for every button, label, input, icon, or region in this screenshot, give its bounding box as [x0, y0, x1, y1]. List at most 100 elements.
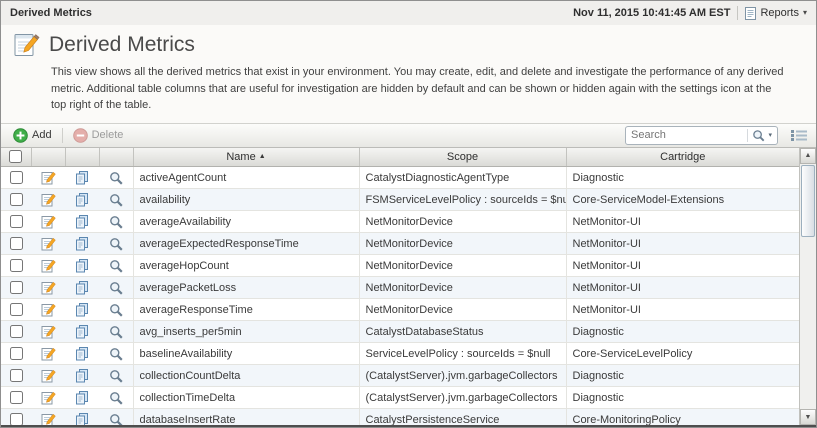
add-button[interactable]: Add: [8, 126, 57, 145]
row-checkbox[interactable]: [10, 303, 23, 316]
edit-icon[interactable]: [41, 236, 56, 251]
metric-scope: (CatalystServer).jvm.garbageCollectors: [366, 392, 558, 404]
edit-icon[interactable]: [41, 258, 56, 273]
magnifier-icon[interactable]: [109, 193, 123, 207]
metric-scope-cell: (CatalystServer).jvm.garbageCollectors: [359, 387, 566, 409]
metric-scope-cell: CatalystDatabaseStatus: [359, 321, 566, 343]
row-checkbox[interactable]: [10, 391, 23, 404]
metric-cartridge: Diagnostic: [573, 326, 624, 338]
metric-scope: CatalystDatabaseStatus: [366, 326, 484, 338]
magnifier-icon[interactable]: [109, 303, 123, 317]
scroll-up-icon[interactable]: ▲: [800, 148, 816, 164]
reports-menu[interactable]: Reports ▾: [745, 7, 807, 20]
scrollbar-track[interactable]: [800, 238, 816, 410]
row-checkbox[interactable]: [10, 193, 23, 206]
report-icon: [745, 7, 756, 20]
copy-icon[interactable]: [75, 237, 89, 251]
divider: [62, 128, 63, 143]
row-copy-cell: [65, 387, 99, 409]
metric-cartridge: Diagnostic: [573, 370, 624, 382]
row-checkbox[interactable]: [10, 347, 23, 360]
edit-icon[interactable]: [41, 346, 56, 361]
copy-icon[interactable]: [75, 391, 89, 405]
delete-button[interactable]: Delete: [68, 126, 129, 145]
edit-icon[interactable]: [41, 302, 56, 317]
table-row: averageHopCount NetMonitorDevice NetMoni…: [1, 255, 799, 277]
row-checkbox[interactable]: [10, 325, 23, 338]
edit-icon[interactable]: [41, 324, 56, 339]
scroll-down-icon[interactable]: ▼: [800, 409, 816, 425]
magnifier-icon[interactable]: [109, 325, 123, 339]
row-checkbox[interactable]: [10, 237, 23, 250]
scrollbar-thumb[interactable]: [801, 165, 815, 237]
copy-icon[interactable]: [75, 215, 89, 229]
metric-name-cell: collectionCountDelta: [133, 365, 359, 387]
magnifier-icon[interactable]: [109, 369, 123, 383]
edit-icon[interactable]: [41, 170, 56, 185]
edit-icon[interactable]: [41, 192, 56, 207]
edit-column-header: [31, 148, 65, 167]
magnifier-icon[interactable]: [109, 171, 123, 185]
table-row: databaseInsertRate CatalystPersistenceSe…: [1, 409, 799, 428]
row-checkbox[interactable]: [10, 171, 23, 184]
metric-scope-cell: ServiceLevelPolicy : sourceIds = $null: [359, 343, 566, 365]
edit-icon[interactable]: [41, 412, 56, 427]
copy-icon[interactable]: [75, 193, 89, 207]
metric-cartridge: Diagnostic: [573, 392, 624, 404]
page-description: This view shows all the derived metrics …: [1, 59, 816, 123]
magnifier-icon[interactable]: [109, 347, 123, 361]
row-checkbox[interactable]: [10, 281, 23, 294]
search-icon[interactable]: [752, 129, 765, 142]
row-copy-cell: [65, 343, 99, 365]
edit-icon[interactable]: [41, 390, 56, 405]
table-row: activeAgentCount CatalystDiagnosticAgent…: [1, 167, 799, 189]
edit-icon[interactable]: [41, 368, 56, 383]
table-settings-icon[interactable]: [791, 129, 807, 142]
copy-icon[interactable]: [75, 369, 89, 383]
scope-header-label: Scope: [447, 151, 478, 163]
copy-icon[interactable]: [75, 325, 89, 339]
search-input[interactable]: [631, 129, 745, 141]
table-toolbar: Add Delete ▾: [1, 123, 816, 148]
copy-icon[interactable]: [75, 281, 89, 295]
magnifier-icon[interactable]: [109, 391, 123, 405]
magnifier-icon[interactable]: [109, 281, 123, 295]
metric-cartridge: NetMonitor-UI: [573, 304, 641, 316]
magnifier-icon[interactable]: [109, 413, 123, 427]
copy-icon[interactable]: [75, 259, 89, 273]
metric-cartridge-cell: NetMonitor-UI: [566, 211, 799, 233]
copy-icon[interactable]: [75, 347, 89, 361]
column-header-scope[interactable]: Scope: [359, 148, 566, 167]
row-checkbox[interactable]: [10, 413, 23, 426]
magnifier-icon[interactable]: [109, 215, 123, 229]
search-options-caret-icon[interactable]: ▾: [768, 131, 772, 139]
row-copy-cell: [65, 189, 99, 211]
row-checkbox[interactable]: [10, 259, 23, 272]
copy-icon[interactable]: [75, 171, 89, 185]
row-checkbox[interactable]: [10, 369, 23, 382]
table-row: availability FSMServiceLevelPolicy : sou…: [1, 189, 799, 211]
row-investigate-cell: [99, 409, 133, 428]
timestamp: Nov 11, 2015 10:41:45 AM EST: [573, 7, 730, 19]
edit-icon[interactable]: [41, 280, 56, 295]
select-all-header: [1, 148, 31, 167]
magnifier-icon[interactable]: [109, 259, 123, 273]
row-copy-cell: [65, 321, 99, 343]
edit-icon[interactable]: [41, 214, 56, 229]
column-header-name[interactable]: Name▲: [133, 148, 359, 167]
metric-cartridge-cell: Diagnostic: [566, 365, 799, 387]
top-bar-right: Nov 11, 2015 10:41:45 AM EST Reports ▾: [573, 6, 807, 20]
column-header-cartridge[interactable]: Cartridge: [566, 148, 799, 167]
magnifier-icon[interactable]: [109, 237, 123, 251]
row-copy-cell: [65, 233, 99, 255]
breadcrumb: Derived Metrics: [10, 7, 92, 19]
metric-name: averageHopCount: [140, 260, 229, 272]
select-all-checkbox[interactable]: [9, 150, 22, 163]
copy-icon[interactable]: [75, 303, 89, 317]
row-investigate-cell: [99, 277, 133, 299]
row-checkbox[interactable]: [10, 215, 23, 228]
copy-icon[interactable]: [75, 413, 89, 427]
metric-name-cell: averageAvailability: [133, 211, 359, 233]
delete-icon: [73, 128, 88, 143]
add-button-label: Add: [32, 129, 52, 141]
